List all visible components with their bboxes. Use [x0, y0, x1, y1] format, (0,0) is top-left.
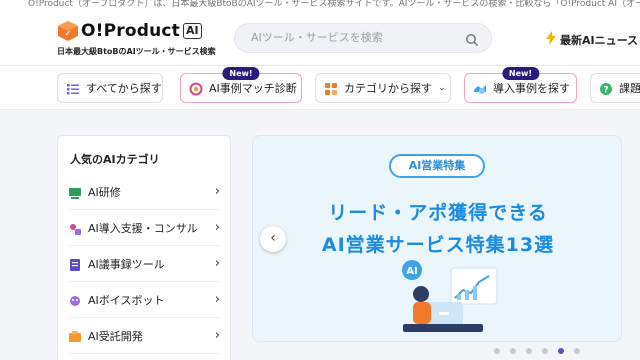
consulting-icon	[68, 221, 82, 235]
carousel-dot[interactable]	[510, 348, 516, 354]
chevron-right-icon: ›	[214, 220, 220, 235]
sidebar-item-voicebot[interactable]: AIボイスボット ›	[68, 282, 220, 318]
banner-title-line2: AI営業サービス特集13選	[321, 234, 555, 256]
minutes-icon	[68, 257, 82, 271]
nav-all-button[interactable]: すべてから探す	[57, 73, 163, 103]
case-icon	[473, 81, 487, 95]
lightning-icon	[546, 30, 556, 49]
sidebar-item-consulting[interactable]: AI導入支援・コンサル ›	[68, 210, 220, 246]
search-box[interactable]	[234, 23, 492, 53]
search-icon[interactable]	[465, 32, 479, 51]
sidebar-title: 人気のAIカテゴリ	[70, 153, 160, 166]
sidebar-item-label: AI受託開発	[88, 329, 143, 343]
logo-name: O!Product	[81, 21, 181, 41]
site-header: ✓ O!Product AI 日本最大級BtoBのAIツール・サービス検索 最新…	[0, 10, 640, 66]
nav-category-button[interactable]: カテゴリから探す ⌄	[315, 73, 451, 103]
nav-issue-label: 課題	[619, 82, 640, 95]
sidebar-item-development[interactable]: AI受託開発 ›	[68, 318, 220, 354]
nav-case-label: 導入事例を探す	[493, 82, 570, 95]
nav-diagnosis-label: AI事例マッチ診断	[209, 82, 297, 95]
feature-banner[interactable]: AI営業特集 リード・アポ獲得できる AI営業サービス特集13選 AI	[252, 135, 622, 342]
diagnosis-icon	[189, 81, 203, 96]
carousel-dot[interactable]	[542, 348, 548, 354]
logo-subtitle: 日本最大級BtoBのAIツール・サービス検索	[57, 47, 216, 56]
chevron-right-icon: ›	[214, 256, 220, 271]
svg-text:✓: ✓	[65, 29, 72, 38]
nav-diagnosis-button[interactable]: New! AI事例マッチ診断	[180, 67, 302, 103]
main-nav: すべてから探す New! AI事例マッチ診断 カテゴリから探す ⌄ New! 導…	[0, 66, 640, 110]
chevron-down-icon: ⌄	[438, 83, 446, 93]
chevron-left-icon: ‹	[270, 230, 276, 246]
carousel-dot[interactable]	[526, 348, 532, 354]
site-logo[interactable]: ✓ O!Product AI	[57, 20, 202, 42]
question-icon: ?	[599, 81, 613, 96]
banner-pill: AI営業特集	[389, 154, 485, 178]
banner-illustration: AI	[363, 260, 523, 341]
nav-all-label: すべてから探す	[86, 82, 162, 95]
nav-case-button[interactable]: New! 導入事例を探す	[464, 67, 577, 103]
category-icon	[324, 81, 338, 95]
sidebar-item-label: AI研修	[88, 185, 121, 199]
nav-category-label: カテゴリから探す	[344, 82, 432, 95]
carousel-dot[interactable]	[558, 348, 564, 354]
carousel-dots	[494, 348, 590, 354]
sidebar-item-label: AI導入支援・コンサル	[88, 221, 198, 235]
nav-issue-button[interactable]: ? 課題	[590, 73, 640, 103]
logo-badge: AI	[183, 23, 202, 39]
training-icon	[68, 185, 82, 199]
sidebar-item-label: AIボイスボット	[88, 293, 165, 307]
svg-text:?: ?	[603, 86, 608, 96]
carousel-dot[interactable]	[494, 348, 500, 354]
carousel-prev-button[interactable]: ‹	[260, 226, 286, 252]
new-badge: New!	[501, 67, 540, 80]
sidebar-item-minutes[interactable]: AI議事録ツール ›	[68, 246, 220, 282]
banner-title-line1: リード・アポ獲得できる	[328, 202, 548, 224]
news-label: 最新AIニュース	[560, 33, 639, 47]
logo-cube-icon: ✓	[57, 20, 79, 42]
sidebar-item-training[interactable]: AI研修 ›	[68, 174, 220, 210]
chevron-right-icon: ›	[214, 292, 220, 307]
banner-ai-badge: AI	[406, 266, 417, 277]
chevron-right-icon: ›	[214, 328, 220, 343]
new-badge: New!	[222, 67, 260, 80]
news-link[interactable]: 最新AIニュース	[546, 30, 638, 49]
list-icon	[66, 81, 80, 95]
category-sidebar: 人気のAIカテゴリ AI研修 › AI導入支援・コンサル › AI議事録ツール …	[57, 135, 231, 360]
sidebar-item-label: AI議事録ツール	[88, 257, 165, 271]
search-input[interactable]	[251, 31, 461, 44]
carousel-dot[interactable]	[574, 348, 580, 354]
top-notice-bar: O!Product（オープロダクト）は、日本最大級BtoBのAIツール・サービス…	[0, 0, 640, 10]
development-icon	[68, 329, 82, 343]
top-notice-text: O!Product（オープロダクト）は、日本最大級BtoBのAIツール・サービス…	[28, 0, 640, 9]
chevron-right-icon: ›	[214, 184, 220, 199]
voicebot-icon	[68, 293, 82, 307]
